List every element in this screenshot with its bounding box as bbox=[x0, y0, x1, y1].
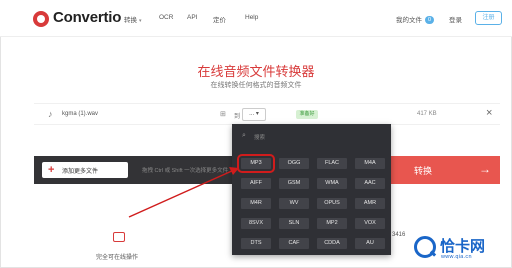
plus-icon: + bbox=[48, 164, 55, 176]
convert-label: 转换 bbox=[414, 166, 433, 176]
format-option-opus[interactable]: OPUS bbox=[317, 198, 347, 209]
logo-text[interactable]: Convertio bbox=[53, 9, 121, 26]
format-select-value: ... bbox=[249, 111, 255, 117]
status-badge: 准备好 bbox=[296, 110, 318, 119]
top-header: Convertio 转换 ▾ OCR API 定价 Help 我的文件 0 登录 注… bbox=[0, 0, 512, 37]
output-format-select[interactable]: ... ▾ bbox=[242, 108, 266, 121]
search-icon: ⌕ bbox=[242, 132, 246, 139]
format-option-wma[interactable]: WMA bbox=[317, 178, 347, 189]
file-size: 417 KB bbox=[417, 111, 437, 117]
format-option-sln[interactable]: SLN bbox=[279, 218, 309, 229]
format-option-ogg[interactable]: OGG bbox=[279, 158, 309, 169]
chevron-down-icon: ▾ bbox=[139, 18, 142, 24]
signup-button[interactable]: 注册 bbox=[475, 11, 502, 25]
music-note-icon: ♪ bbox=[48, 109, 53, 119]
format-option-mp3[interactable]: MP3 bbox=[237, 154, 275, 173]
add-files-label: 添加更多文件 bbox=[62, 169, 99, 175]
format-option-vox[interactable]: VOX bbox=[355, 218, 385, 229]
watermark-brand: 恰卡网 bbox=[440, 238, 486, 255]
chevron-down-icon: ▾ bbox=[255, 111, 259, 117]
convertio-logo-icon[interactable] bbox=[33, 11, 49, 27]
format-option-cdda[interactable]: CDDA bbox=[317, 238, 347, 249]
watermark-url: www.qia.cn bbox=[441, 254, 472, 260]
add-more-files-button[interactable]: + 添加更多文件 bbox=[42, 162, 128, 178]
login-link[interactable]: 登录 bbox=[449, 14, 462, 24]
file-row: ♪ kgma (1).wav ⊞ 到 ... ▾ 准备好 417 KB × bbox=[34, 103, 500, 125]
convert-button[interactable]: 转换 → bbox=[389, 156, 500, 184]
nav-api[interactable]: API bbox=[187, 14, 197, 21]
settings-grid-icon[interactable]: ⊞ bbox=[220, 110, 226, 118]
format-option-dts[interactable]: DTS bbox=[241, 238, 271, 249]
page-subtitle: 在线转换任何格式的音频文件 bbox=[210, 82, 302, 89]
file-name: kgma (1).wav bbox=[62, 111, 99, 117]
nav-convert-label: 转换 bbox=[124, 17, 137, 24]
to-label: 到 bbox=[234, 114, 241, 120]
nav-help[interactable]: Help bbox=[245, 14, 258, 21]
format-option-wv[interactable]: WV bbox=[279, 198, 309, 209]
format-option-au[interactable]: AU bbox=[355, 238, 385, 249]
format-option-aac[interactable]: AAC bbox=[355, 178, 385, 189]
nav-pricing[interactable]: 定价 bbox=[213, 14, 226, 24]
format-option-flac[interactable]: FLAC bbox=[317, 158, 347, 169]
feature-size-fragment: 3416 bbox=[392, 232, 406, 238]
format-option-amr[interactable]: AMR bbox=[355, 198, 385, 209]
format-option-aiff[interactable]: AIFF bbox=[241, 178, 271, 189]
my-files-label: 我的文件 bbox=[396, 17, 422, 24]
feature-online-label: 完全可在线操作 bbox=[96, 255, 139, 261]
format-option-gsm[interactable]: GSM bbox=[279, 178, 309, 189]
my-files-link[interactable]: 我的文件 0 bbox=[396, 14, 434, 25]
page-title: 在线音频文件转换器 bbox=[197, 64, 315, 79]
nav-ocr[interactable]: OCR bbox=[159, 14, 173, 21]
format-search[interactable]: ⌕ 搜索 bbox=[240, 132, 383, 143]
drop-hint: 拖拽 Ctrl 或 Shift 一次选择更多文件 bbox=[142, 168, 229, 174]
format-option-mp2[interactable]: MP2 bbox=[317, 218, 347, 229]
remove-file-close-icon[interactable]: × bbox=[486, 107, 492, 119]
format-option-caf[interactable]: CAF bbox=[279, 238, 309, 249]
format-option-8svx[interactable]: 8SVX bbox=[241, 218, 271, 229]
my-files-count-badge: 0 bbox=[425, 16, 434, 25]
nav-convert[interactable]: 转换 ▾ bbox=[124, 14, 142, 24]
format-search-input[interactable]: 搜索 bbox=[254, 133, 265, 141]
watermark-logo-icon bbox=[414, 236, 436, 258]
arrow-right-icon: → bbox=[479, 162, 491, 176]
format-option-m4a[interactable]: M4A bbox=[355, 158, 385, 169]
format-option-m4r[interactable]: M4R bbox=[241, 198, 271, 209]
cart-icon bbox=[113, 232, 125, 242]
format-dropdown: ⌕ 搜索 MP3 OGG FLAC M4A AIFF GSM WMA AAC M4R WV OPUS… bbox=[232, 124, 391, 255]
